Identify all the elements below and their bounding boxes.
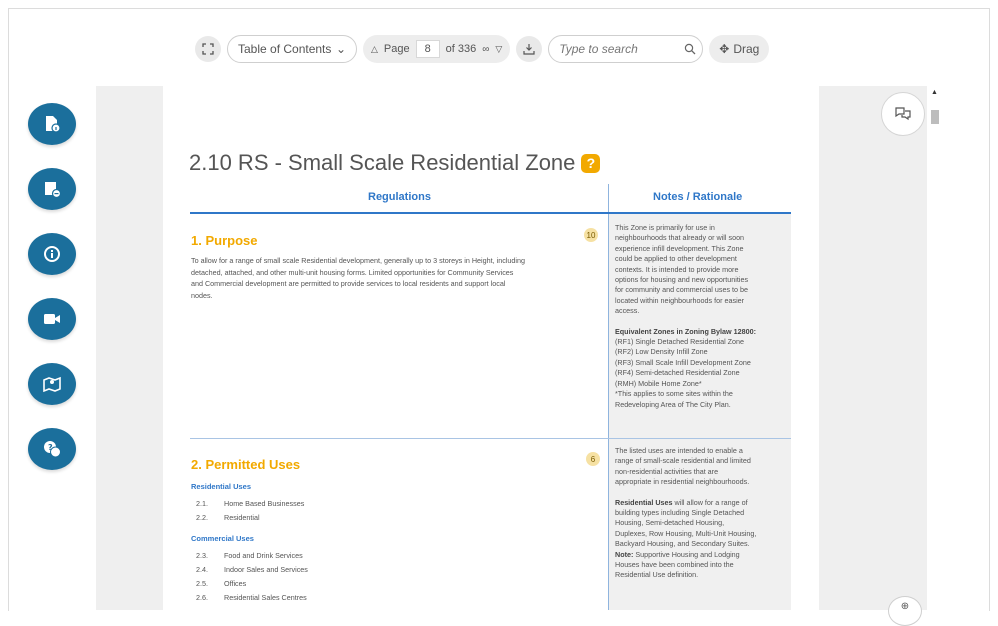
page-up-button[interactable]: △ (371, 44, 378, 55)
list-item: 2.2. Residential (196, 513, 260, 522)
list-item: 2.3. Food and Drink Services (196, 551, 303, 560)
fullscreen-button[interactable] (195, 36, 221, 62)
table-of-contents-dropdown[interactable]: Table of Contents ⌄ (227, 35, 357, 63)
search-input[interactable]: Type to search (559, 42, 637, 56)
comments-icon (895, 107, 911, 121)
zoom-button[interactable]: ⊕ (888, 596, 922, 626)
info-icon (44, 246, 60, 262)
link-icon[interactable]: ∞ (482, 44, 489, 55)
purpose-comment-badge[interactable]: 10 (584, 228, 598, 242)
page-title: 2.10 RS - Small Scale Residential Zone ? (189, 150, 601, 176)
svg-text:?: ? (48, 443, 53, 452)
list-item: 2.4. Indoor Sales and Services (196, 565, 308, 574)
page-navigator: △ Page 8 of 336 ∞ ▽ (363, 35, 511, 63)
document-remove-icon (45, 182, 62, 199)
page-number-input[interactable]: 8 (415, 40, 440, 58)
toc-label: Table of Contents (238, 42, 332, 56)
video-button[interactable] (28, 298, 76, 340)
zoom-icon: ⊕ (900, 601, 910, 612)
side-action-buttons: ? (28, 103, 76, 470)
download-icon (523, 44, 535, 55)
column-divider (608, 184, 609, 610)
section-divider (190, 438, 791, 439)
search-field[interactable]: Type to search (548, 35, 704, 63)
document-page: 2.10 RS - Small Scale Residential Zone ?… (163, 86, 819, 610)
move-icon: ✥ (719, 42, 730, 56)
page-down-button[interactable]: ▽ (495, 44, 502, 55)
help-badge[interactable]: ? (581, 153, 601, 173)
map-button[interactable] (28, 363, 76, 405)
purpose-text: To allow for a range of small scale Resi… (191, 256, 525, 300)
list-item: 2.1. Home Based Businesses (196, 499, 305, 508)
permitted-comment-badge[interactable]: 6 (586, 452, 600, 466)
regulations-header: Regulations (368, 191, 431, 203)
viewer-gutter-right (819, 86, 927, 610)
purpose-heading: 1. Purpose (191, 233, 258, 248)
expand-icon (202, 43, 214, 55)
drag-button[interactable]: ✥ Drag (709, 35, 770, 63)
permitted-notes: The listed uses are intended to enable a… (615, 446, 757, 580)
download-button[interactable] (516, 36, 543, 62)
purpose-notes: This Zone is primarily for use in neighb… (615, 223, 756, 409)
page-total: of 336 (445, 43, 477, 55)
help-chat-icon: ? (44, 441, 61, 458)
comments-button[interactable] (881, 92, 925, 136)
residential-uses-subheading: Residential Uses (191, 482, 252, 491)
document-remove-button[interactable] (28, 168, 76, 210)
permitted-uses-heading: 2. Permitted Uses (191, 457, 301, 472)
viewer-gutter-left (96, 86, 163, 610)
info-button[interactable] (28, 233, 76, 275)
video-icon (44, 314, 60, 324)
help-chat-button[interactable]: ? (28, 428, 76, 470)
document-info-icon (46, 116, 61, 133)
list-item: 2.5. Offices (196, 579, 247, 588)
zone-title: 2.10 RS - Small Scale Residential Zone (189, 150, 576, 175)
drag-label: Drag (733, 42, 760, 56)
header-rule (190, 212, 791, 214)
notes-header: Notes / Rationale (653, 191, 743, 203)
list-item: 2.6. Residential Sales Centres (196, 593, 307, 602)
document-info-button[interactable] (28, 103, 76, 145)
commercial-uses-subheading: Commercial Uses (191, 534, 254, 543)
page-label: Page (383, 43, 410, 55)
document-toolbar: Table of Contents ⌄ △ Page 8 of 336 ∞ ▽ … (195, 33, 770, 65)
equivalent-zones-heading: Equivalent Zones in Zoning Bylaw 12800: (615, 326, 756, 336)
chevron-down-icon: ⌄ (335, 42, 346, 56)
scroll-up-arrow[interactable]: ▲ (931, 89, 938, 96)
map-icon (43, 376, 61, 393)
search-icon[interactable] (684, 43, 696, 55)
scrollbar-thumb[interactable] (931, 110, 939, 124)
